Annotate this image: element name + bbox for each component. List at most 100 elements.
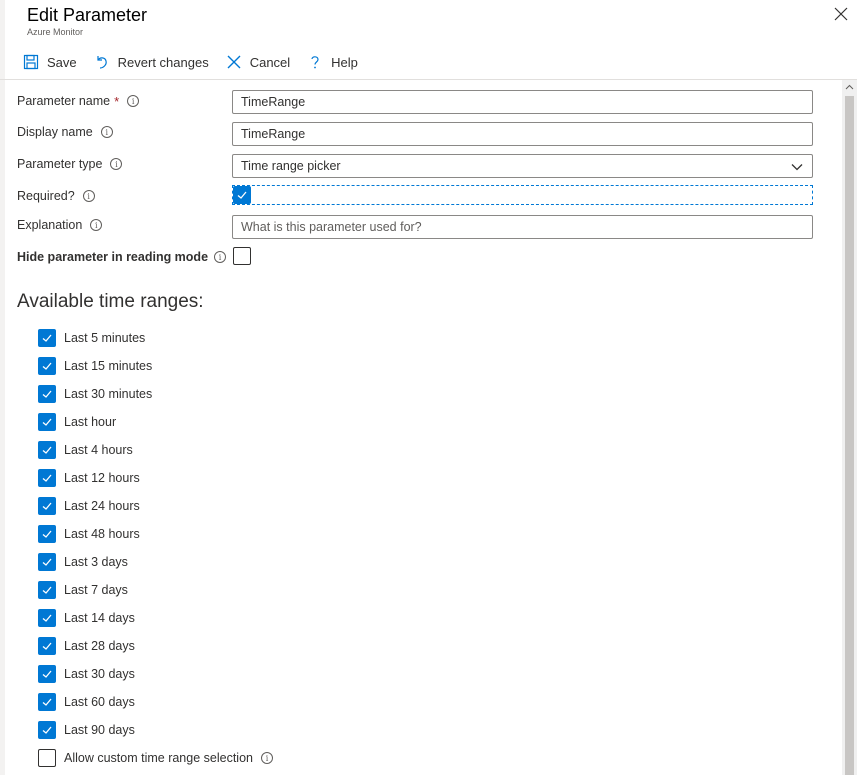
check-icon [42, 698, 52, 706]
check-icon [237, 191, 247, 199]
checkbox[interactable] [38, 469, 56, 487]
parameter-type-dropdown[interactable]: Time range picker [232, 154, 813, 178]
checkbox[interactable] [233, 186, 251, 204]
time-range-item[interactable]: Last 7 days [38, 580, 128, 600]
hide-parameter-row: Hide parameter in reading mode i [17, 245, 227, 269]
time-range-item[interactable]: Last 30 minutes [38, 384, 152, 404]
checkbox[interactable] [38, 413, 56, 431]
page-subtitle: Azure Monitor [27, 27, 84, 37]
checkbox[interactable] [38, 553, 56, 571]
parameter-type-row: Parameter type i [17, 152, 123, 176]
checkbox[interactable] [38, 357, 56, 375]
time-range-label: Last 15 minutes [64, 359, 153, 373]
check-icon [42, 614, 52, 622]
chevron-down-icon [791, 164, 803, 171]
check-icon [42, 558, 52, 566]
time-range-label: Last 12 hours [64, 471, 140, 485]
check-icon [42, 474, 52, 482]
time-range-label: Last 60 days [64, 695, 135, 709]
required-row: Required? i [17, 184, 95, 208]
time-range-item[interactable]: Last hour [38, 412, 116, 432]
required-checkbox[interactable] [233, 186, 251, 204]
check-icon [42, 418, 52, 426]
time-range-item[interactable]: Last 14 days [38, 608, 135, 628]
time-range-label: Last 3 days [64, 555, 128, 569]
time-range-item[interactable]: Last 60 days [38, 692, 135, 712]
time-range-label: Last 48 hours [64, 527, 140, 541]
time-range-item[interactable]: Last 12 hours [38, 468, 140, 488]
time-range-item[interactable]: Last 48 hours [38, 524, 140, 544]
help-button[interactable]: Help [306, 53, 358, 71]
checkbox[interactable] [38, 385, 56, 403]
display-name-label: Display name [17, 125, 93, 139]
close-button[interactable] [833, 6, 849, 22]
explanation-input[interactable]: What is this parameter used for? [232, 215, 813, 239]
hide-parameter-checkbox[interactable] [233, 247, 251, 268]
scroll-up-arrow-icon[interactable] [845, 83, 854, 92]
time-range-item[interactable]: Last 28 days [38, 636, 135, 656]
time-range-item[interactable]: Last 24 hours [38, 496, 140, 516]
info-icon[interactable]: i [127, 95, 140, 107]
info-icon[interactable]: i [214, 251, 227, 263]
toolbar-divider [0, 79, 857, 80]
revert-icon [93, 53, 111, 71]
info-icon[interactable]: i [90, 219, 103, 231]
info-icon[interactable]: i [82, 190, 95, 202]
time-range-label: Last 24 hours [64, 499, 140, 513]
display-name-row: Display name i [17, 120, 113, 144]
save-label: Save [47, 54, 77, 70]
required-focus-outline [232, 185, 813, 205]
parameter-name-row: Parameter name * i [17, 89, 140, 113]
checkbox[interactable] [38, 497, 56, 515]
checkbox[interactable] [38, 525, 56, 543]
explanation-row: Explanation i [17, 213, 103, 237]
parameter-name-input[interactable]: TimeRange [232, 90, 813, 114]
time-range-item[interactable]: Last 3 days [38, 552, 128, 572]
checkbox[interactable] [38, 693, 56, 711]
checkbox[interactable] [38, 637, 56, 655]
custom-time-range-item[interactable]: Allow custom time range selection i [38, 748, 273, 768]
check-icon [42, 362, 52, 370]
checkbox[interactable] [38, 721, 56, 739]
checkbox[interactable] [38, 609, 56, 627]
check-icon [42, 586, 52, 594]
hide-parameter-label: Hide parameter in reading mode [17, 250, 209, 264]
time-range-item[interactable]: Last 15 minutes [38, 356, 152, 376]
cancel-button[interactable]: Cancel [225, 53, 290, 71]
time-range-label: Last 14 days [64, 611, 135, 625]
close-icon [834, 7, 848, 21]
blade-header: Edit Parameter Azure Monitor [27, 4, 147, 37]
time-range-item[interactable]: Last 5 minutes [38, 328, 145, 348]
checkbox[interactable] [38, 665, 56, 683]
save-button[interactable]: Save [22, 53, 77, 71]
info-icon[interactable]: i [260, 752, 273, 764]
check-icon [42, 642, 52, 650]
checkbox[interactable] [38, 581, 56, 599]
help-label: Help [331, 54, 358, 70]
time-range-item[interactable]: Last 90 days [38, 720, 135, 740]
checkbox[interactable] [38, 749, 56, 767]
checkbox[interactable] [233, 247, 251, 265]
scrollbar-thumb[interactable] [845, 96, 854, 775]
display-name-input[interactable]: TimeRange [232, 122, 813, 146]
revert-changes-button[interactable]: Revert changes [93, 53, 209, 71]
time-range-item[interactable]: Last 4 hours [38, 440, 133, 460]
time-range-label: Last 90 days [64, 723, 135, 737]
command-bar: Save Revert changes Cancel Help [22, 50, 374, 74]
vertical-scrollbar[interactable] [842, 80, 857, 775]
checkbox[interactable] [38, 441, 56, 459]
info-icon[interactable]: i [100, 126, 113, 138]
parameter-type-label: Parameter type [17, 157, 103, 171]
left-edge-panel [0, 0, 5, 775]
time-range-label: Last 30 minutes [64, 387, 153, 401]
check-icon [42, 334, 52, 342]
info-icon[interactable]: i [110, 158, 123, 170]
parameter-type-value: Time range picker [241, 159, 341, 173]
time-range-item[interactable]: Last 30 days [38, 664, 135, 684]
explanation-label: Explanation [17, 218, 83, 232]
check-icon [42, 502, 52, 510]
time-range-label: Last 30 days [64, 667, 135, 681]
check-icon [42, 390, 52, 398]
time-range-label: Last hour [64, 415, 117, 429]
checkbox[interactable] [38, 329, 56, 347]
